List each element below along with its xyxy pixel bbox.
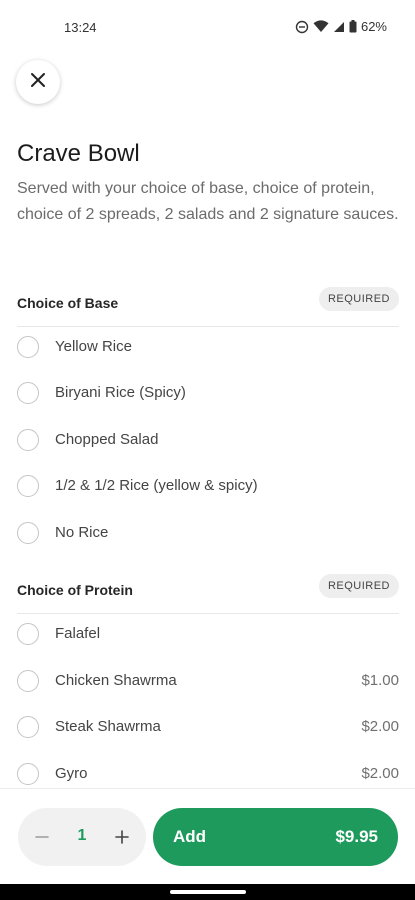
required-badge: REQUIRED: [318, 574, 399, 598]
section-label: Choice of Base: [17, 295, 119, 311]
battery-percentage: 62%: [360, 19, 387, 34]
option-label: No Rice: [55, 524, 109, 541]
option-half-half-rice[interactable]: 1/2 & 1/2 Rice (yellow & spicy): [17, 466, 399, 506]
close-icon: [30, 72, 46, 93]
required-badge: REQUIRED: [318, 287, 399, 311]
close-button[interactable]: [16, 60, 60, 104]
option-price: $2.00: [361, 765, 399, 782]
option-label: Yellow Rice: [55, 338, 132, 355]
option-yellow-rice[interactable]: Yellow Rice: [17, 327, 399, 367]
status-bar: 13:24 62%: [0, 0, 415, 56]
item-description: Served with your choice of base, choice …: [17, 180, 399, 223]
radio-button[interactable]: [17, 382, 39, 404]
option-label: 1/2 & 1/2 Rice (yellow & spicy): [55, 477, 258, 494]
radio-button[interactable]: [17, 522, 39, 544]
option-label: Chicken Shawrma: [55, 672, 177, 689]
radio-button[interactable]: [17, 763, 39, 785]
option-no-rice[interactable]: No Rice: [17, 513, 399, 553]
battery-icon: [349, 20, 357, 33]
option-chopped-salad[interactable]: Chopped Salad: [17, 420, 399, 460]
item-title: Crave Bowl: [17, 140, 140, 167]
section-header-base: Choice of Base REQUIRED: [17, 287, 399, 327]
option-label: Gyro: [55, 765, 88, 782]
add-label: Add: [173, 827, 207, 846]
option-falafel[interactable]: Falafel: [17, 614, 399, 654]
system-navigation-bar: [0, 884, 415, 900]
add-to-cart-button[interactable]: Add $9.95: [153, 808, 398, 866]
increase-quantity-button[interactable]: [110, 825, 134, 849]
option-label: Biryani Rice (Spicy): [55, 384, 186, 401]
radio-button[interactable]: [17, 336, 39, 358]
section-header-protein: Choice of Protein REQUIRED: [17, 574, 399, 614]
option-price: $2.00: [361, 718, 399, 735]
option-steak-shawrma[interactable]: Steak Shawrma $2.00: [17, 707, 399, 747]
option-label: Steak Shawrma: [55, 718, 161, 735]
section-label: Choice of Protein: [17, 582, 133, 598]
add-price: $9.95: [335, 827, 378, 846]
radio-button[interactable]: [17, 475, 39, 497]
status-time: 13:24: [64, 20, 97, 35]
wifi-icon: [313, 20, 329, 33]
status-icons: 62%: [295, 19, 387, 34]
option-label: Falafel: [55, 625, 101, 642]
radio-button[interactable]: [17, 716, 39, 738]
bottom-action-bar: 1 Add $9.95: [0, 788, 415, 884]
signal-icon: [333, 21, 345, 33]
plus-icon: [115, 830, 129, 844]
radio-button[interactable]: [17, 623, 39, 645]
option-biryani-rice[interactable]: Biryani Rice (Spicy): [17, 373, 399, 413]
option-price: $1.00: [361, 672, 399, 689]
option-chicken-shawrma[interactable]: Chicken Shawrma $1.00: [17, 661, 399, 701]
quantity-stepper: 1: [18, 808, 146, 866]
radio-button[interactable]: [17, 429, 39, 451]
radio-button[interactable]: [17, 670, 39, 692]
do-not-disturb-icon: [295, 20, 309, 34]
option-label: Chopped Salad: [55, 431, 159, 448]
home-gesture-handle[interactable]: [170, 890, 246, 894]
